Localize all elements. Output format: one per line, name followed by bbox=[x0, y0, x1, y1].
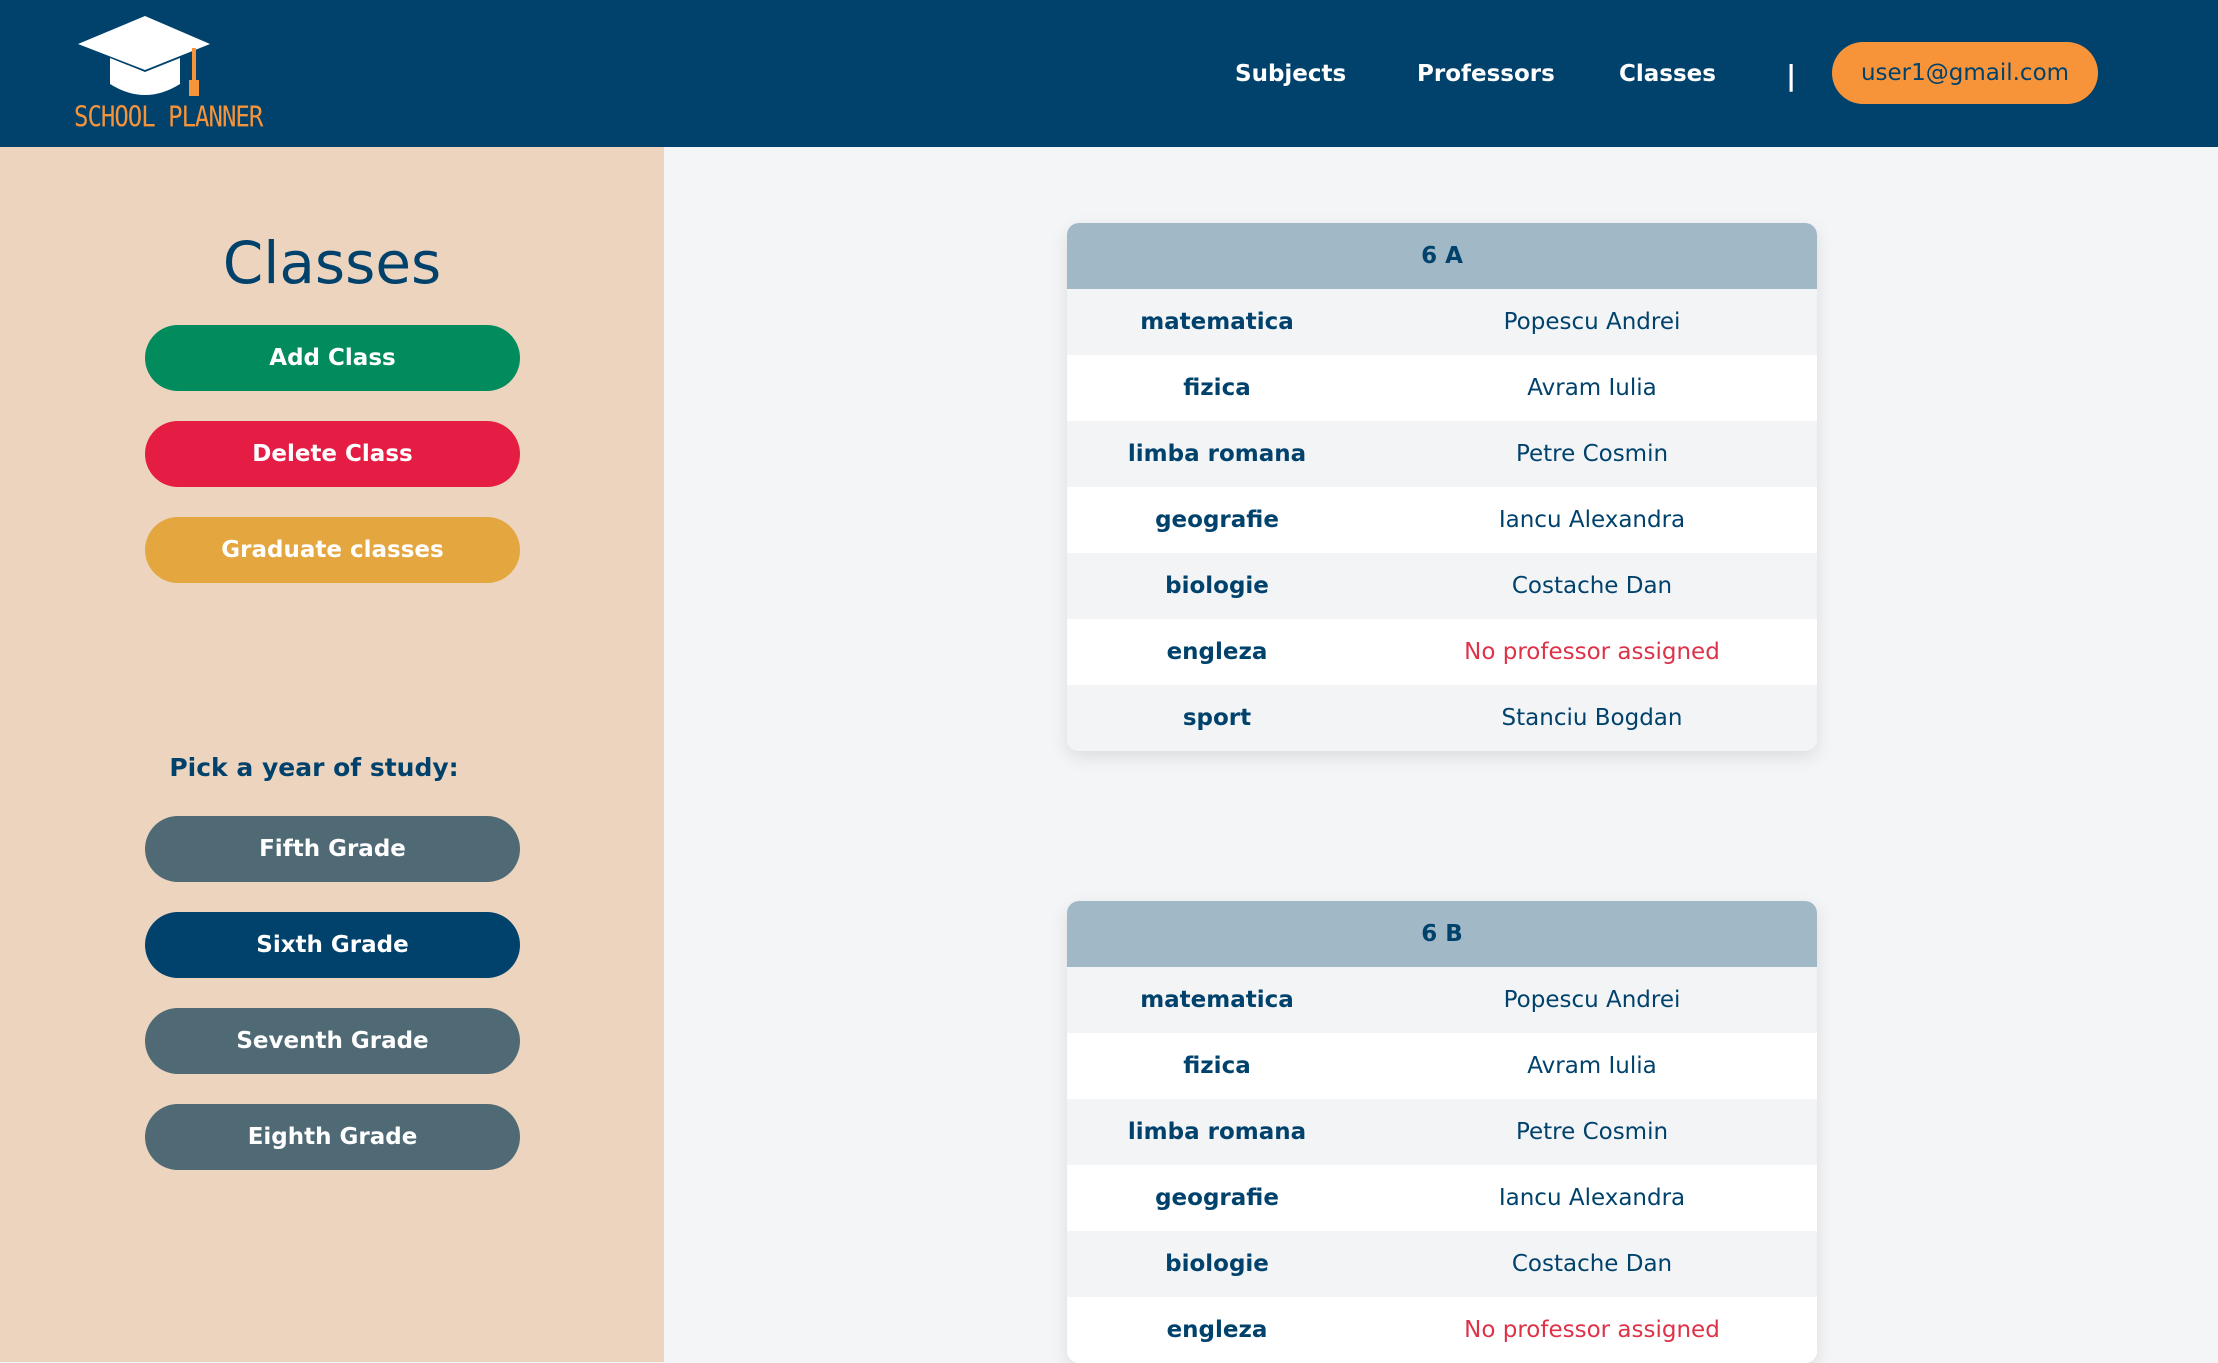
seventh-grade-button[interactable]: Seventh Grade bbox=[145, 1008, 520, 1074]
year-picker-label: Pick a year of study: bbox=[169, 753, 459, 782]
professor-name: Iancu Alexandra bbox=[1498, 507, 1686, 533]
subject-name: biologie bbox=[1165, 1251, 1269, 1277]
subject-name: biologie bbox=[1165, 573, 1269, 599]
table-row: engleza No professor assigned bbox=[1067, 1297, 1817, 1363]
table-row: limba romana Petre Cosmin bbox=[1067, 421, 1817, 487]
table-row: geografie Iancu Alexandra bbox=[1067, 487, 1817, 553]
professor-name: Iancu Alexandra bbox=[1498, 1185, 1686, 1211]
delete-class-button[interactable]: Delete Class bbox=[145, 421, 520, 487]
school-planner-logo[interactable]: SCHOOL PLANNER bbox=[70, 14, 263, 134]
professor-name: Costache Dan bbox=[1511, 1251, 1673, 1277]
class-card-6a: 6 A matematica Popescu Andrei fizica Avr… bbox=[1067, 223, 1817, 751]
professor-name: Stanciu Bogdan bbox=[1501, 705, 1683, 731]
no-professor-assigned: No professor assigned bbox=[1464, 639, 1720, 665]
professor-name: Avram Iulia bbox=[1527, 1053, 1657, 1079]
table-row: engleza No professor assigned bbox=[1067, 619, 1817, 685]
table-row: matematica Popescu Andrei bbox=[1067, 289, 1817, 355]
graduate-classes-button[interactable]: Graduate classes bbox=[145, 517, 520, 583]
add-class-button[interactable]: Add Class bbox=[145, 325, 520, 391]
class-card-header: 6 B bbox=[1067, 901, 1817, 967]
professor-name: Costache Dan bbox=[1511, 573, 1673, 599]
class-card-header: 6 A bbox=[1067, 223, 1817, 289]
professor-name: Popescu Andrei bbox=[1503, 987, 1681, 1013]
subject-name: matematica bbox=[1140, 309, 1294, 335]
class-card-6b: 6 B matematica Popescu Andrei fizica Avr… bbox=[1067, 901, 1817, 1363]
table-row: fizica Avram Iulia bbox=[1067, 1033, 1817, 1099]
professor-name: Popescu Andrei bbox=[1503, 309, 1681, 335]
subject-name: fizica bbox=[1183, 1053, 1251, 1079]
sixth-grade-button[interactable]: Sixth Grade bbox=[145, 912, 520, 978]
table-row: matematica Popescu Andrei bbox=[1067, 967, 1817, 1033]
subject-name: limba romana bbox=[1127, 441, 1307, 467]
top-navbar: SCHOOL PLANNER Subjects Professors Class… bbox=[0, 0, 2218, 147]
page-title: Classes bbox=[222, 229, 442, 297]
subject-name: engleza bbox=[1166, 1317, 1268, 1343]
graduation-cap-icon bbox=[78, 16, 210, 96]
eighth-grade-button[interactable]: Eighth Grade bbox=[145, 1104, 520, 1170]
nav-subjects[interactable]: Subjects bbox=[1235, 56, 1346, 92]
professor-name: Petre Cosmin bbox=[1515, 1119, 1669, 1145]
subject-name: limba romana bbox=[1127, 1119, 1307, 1145]
subject-name: matematica bbox=[1140, 987, 1294, 1013]
subject-name: engleza bbox=[1166, 639, 1268, 665]
logo-text: SCHOOL PLANNER bbox=[74, 100, 263, 134]
table-row: geografie Iancu Alexandra bbox=[1067, 1165, 1817, 1231]
subject-name: geografie bbox=[1155, 507, 1279, 533]
table-row: biologie Costache Dan bbox=[1067, 553, 1817, 619]
professor-name: Petre Cosmin bbox=[1515, 441, 1669, 467]
table-row: fizica Avram Iulia bbox=[1067, 355, 1817, 421]
subject-name: sport bbox=[1182, 705, 1252, 731]
no-professor-assigned: No professor assigned bbox=[1464, 1317, 1720, 1343]
nav-professors[interactable]: Professors bbox=[1417, 56, 1555, 92]
subject-name: fizica bbox=[1183, 375, 1251, 401]
fifth-grade-button[interactable]: Fifth Grade bbox=[145, 816, 520, 882]
professor-name: Avram Iulia bbox=[1527, 375, 1657, 401]
table-row: biologie Costache Dan bbox=[1067, 1231, 1817, 1297]
user-account-button[interactable]: user1@gmail.com bbox=[1832, 42, 2098, 104]
table-row: sport Stanciu Bogdan bbox=[1067, 685, 1817, 751]
nav-separator: | bbox=[1786, 59, 1797, 92]
subject-name: geografie bbox=[1155, 1185, 1279, 1211]
table-row: limba romana Petre Cosmin bbox=[1067, 1099, 1817, 1165]
nav-classes[interactable]: Classes bbox=[1619, 56, 1716, 92]
